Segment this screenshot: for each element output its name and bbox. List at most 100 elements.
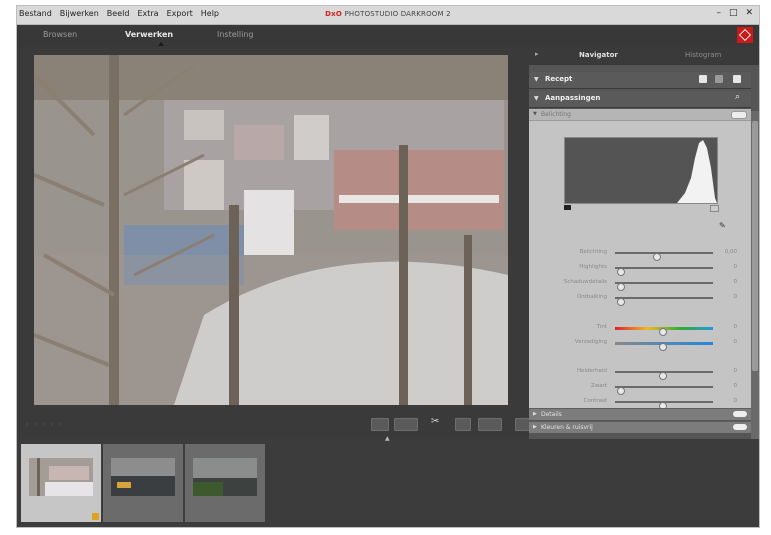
- slider-value: 0: [733, 324, 738, 330]
- slider-track[interactable]: [615, 371, 713, 380]
- search-icon[interactable]: ⌕: [735, 92, 740, 102]
- processed-badge-icon: [92, 513, 99, 520]
- tab-histogram[interactable]: Histogram: [685, 51, 721, 59]
- thumbnail-image: [193, 458, 257, 496]
- title-bar: Bestand Bijwerken Beeld Extra Export Hel…: [17, 6, 759, 25]
- slider-label: Verzadiging: [574, 339, 607, 345]
- adjustments-header[interactable]: ▼ Aanpassingen ⌕: [529, 91, 751, 108]
- filmstrip: ▲: [17, 435, 759, 527]
- slider-track[interactable]: [615, 386, 713, 395]
- slider-label: Contrast: [583, 398, 607, 404]
- minimize-button[interactable]: –: [716, 8, 721, 18]
- image-viewer: ◦ ◦ ◦ ◦ ◦ ✂: [17, 47, 531, 439]
- panel-collapse-icon[interactable]: ▸: [535, 50, 539, 58]
- active-tab-indicator: [158, 42, 164, 46]
- slider-row: Zwart 0: [529, 382, 751, 395]
- slider-knob[interactable]: [653, 253, 662, 261]
- tab-navigator[interactable]: Navigator: [579, 51, 618, 59]
- window-title-text: PHOTOSTUDIO DARKROOM 2: [344, 10, 451, 18]
- slider-label: Schaduwdetails: [563, 279, 607, 285]
- histogram-black-point[interactable]: [564, 205, 571, 210]
- recept-header[interactable]: ▼ Recept: [529, 72, 751, 89]
- color-noise-toggle[interactable]: [733, 424, 747, 430]
- color-noise-title: Kleuren & ruisvrij: [541, 424, 593, 431]
- slider-value: 0,00: [724, 249, 737, 255]
- panel-tabs: ▸ Navigator Histogram: [529, 47, 759, 65]
- slider-track[interactable]: [615, 401, 713, 410]
- window-title: DxO PHOTOSTUDIO DARKROOM 2: [17, 10, 759, 18]
- thumbnail-image: [29, 458, 93, 496]
- slider-track[interactable]: [615, 267, 713, 276]
- reset-icon[interactable]: [715, 75, 723, 83]
- slider-knob[interactable]: [616, 387, 625, 395]
- histogram: [564, 137, 718, 204]
- eyedropper-icon[interactable]: ✎: [719, 221, 726, 230]
- slider-row: Contrast 0: [529, 397, 751, 410]
- recept-title: Recept: [545, 75, 573, 83]
- maximize-button[interactable]: □: [729, 8, 738, 18]
- save-icon[interactable]: [699, 75, 707, 83]
- color-noise-section[interactable]: ▶ Kleuren & ruisvrij: [529, 421, 751, 433]
- slider-knob[interactable]: [659, 372, 668, 380]
- zoom-menu-button[interactable]: [478, 418, 502, 431]
- tab-browsen[interactable]: Browsen: [43, 30, 77, 39]
- mode-bar: Browsen Verwerken Instelling: [17, 25, 759, 47]
- crop-icon[interactable]: ✂: [431, 416, 447, 427]
- details-title: Details: [541, 411, 562, 418]
- slider-knob[interactable]: [659, 328, 668, 336]
- filmstrip-thumbnail[interactable]: [21, 444, 101, 522]
- tab-verwerken[interactable]: Verwerken: [125, 30, 173, 39]
- belichting-title: Belichting: [541, 111, 571, 118]
- window-controls: – □ ✕: [716, 8, 753, 18]
- menu-icon[interactable]: [733, 75, 741, 83]
- slider-value: 0: [733, 294, 738, 300]
- slider-row: Tint 0: [529, 323, 751, 336]
- slider-knob[interactable]: [616, 283, 625, 291]
- panel-scrollbar[interactable]: [751, 111, 759, 439]
- slider-row: Belichting 0,00: [529, 248, 751, 261]
- slider-knob[interactable]: [616, 298, 625, 306]
- slider-row: Schaduwdetails 0: [529, 278, 751, 291]
- tab-instelling[interactable]: Instelling: [217, 30, 253, 39]
- view-single-button[interactable]: [371, 418, 389, 431]
- histogram-graph: [677, 140, 717, 203]
- navigation-dots: ◦ ◦ ◦ ◦ ◦: [25, 421, 64, 429]
- slider-value: 0: [733, 279, 738, 285]
- panel-scrollbar-thumb[interactable]: [752, 121, 758, 371]
- filmstrip-thumbnail[interactable]: [185, 444, 265, 522]
- slider-track[interactable]: [615, 327, 713, 336]
- fit-screen-button[interactable]: [455, 418, 471, 431]
- filmstrip-collapse-icon[interactable]: ▲: [385, 435, 390, 442]
- adjustments-content: ✎ Belichting 0,00 Highlights 0 Schaduwdetail…: [529, 121, 751, 410]
- view-compare-button[interactable]: [394, 418, 418, 431]
- slider-track[interactable]: [615, 282, 713, 291]
- histogram-white-point[interactable]: [710, 205, 719, 212]
- slider-value: 0: [733, 398, 738, 404]
- details-section[interactable]: ▶ Details: [529, 408, 751, 420]
- belichting-subheader[interactable]: ▼ Belichting: [529, 109, 751, 121]
- slider-value: 0: [733, 339, 738, 345]
- slider-track[interactable]: [615, 252, 713, 261]
- slider-row: Helderheid 0: [529, 367, 751, 380]
- app-window: Bestand Bijwerken Beeld Extra Export Hel…: [17, 6, 759, 527]
- filmstrip-thumbnail[interactable]: [103, 444, 183, 522]
- slider-label: Zwart: [590, 383, 607, 389]
- right-panel: ▸ Navigator Histogram ▼ Recept ▼ Aanpass…: [529, 47, 759, 439]
- slider-track[interactable]: [615, 342, 713, 351]
- close-button[interactable]: ✕: [745, 8, 753, 18]
- slider-knob[interactable]: [616, 268, 625, 276]
- slider-value: 0: [733, 383, 738, 389]
- slider-label: Belichting: [579, 249, 607, 255]
- photo-preview[interactable]: [34, 55, 508, 405]
- details-toggle[interactable]: [733, 411, 747, 417]
- slider-value: 0: [733, 264, 738, 270]
- dxo-logo-icon: [737, 27, 753, 43]
- belichting-toggle[interactable]: [731, 111, 747, 119]
- adjustments-title: Aanpassingen: [545, 94, 601, 102]
- slider-track[interactable]: [615, 297, 713, 306]
- slider-row: Highlights 0: [529, 263, 751, 276]
- slider-knob[interactable]: [659, 343, 668, 351]
- thumbnail-image: [111, 458, 175, 496]
- photo-image: [34, 55, 508, 405]
- slider-value: 0: [733, 368, 738, 374]
